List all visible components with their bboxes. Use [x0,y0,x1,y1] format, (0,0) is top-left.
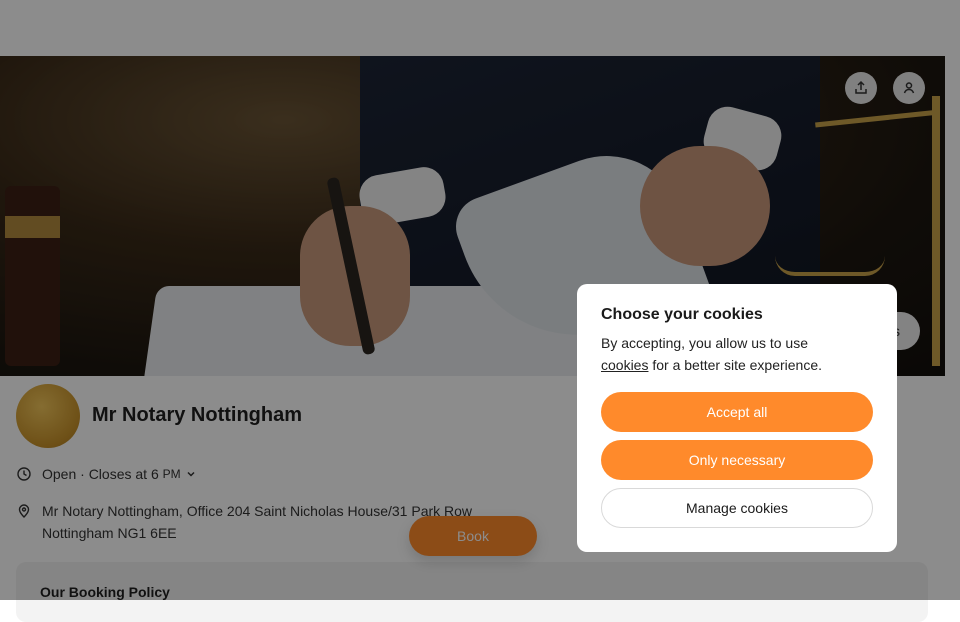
only-necessary-button[interactable]: Only necessary [601,440,873,480]
accept-all-button[interactable]: Accept all [601,392,873,432]
cookie-body-text-1: By accepting, you allow us to use [601,335,809,351]
cookies-link[interactable]: cookies [601,357,648,373]
manage-cookies-button[interactable]: Manage cookies [601,488,873,528]
cookie-body-text-2: for a better site experience. [652,357,823,373]
cookie-dialog-title: Choose your cookies [601,306,763,323]
cookie-dialog-body: By accepting, you allow us to use cookie… [601,332,873,376]
cookie-consent-dialog: Choose your cookies By accepting, you al… [577,284,897,552]
